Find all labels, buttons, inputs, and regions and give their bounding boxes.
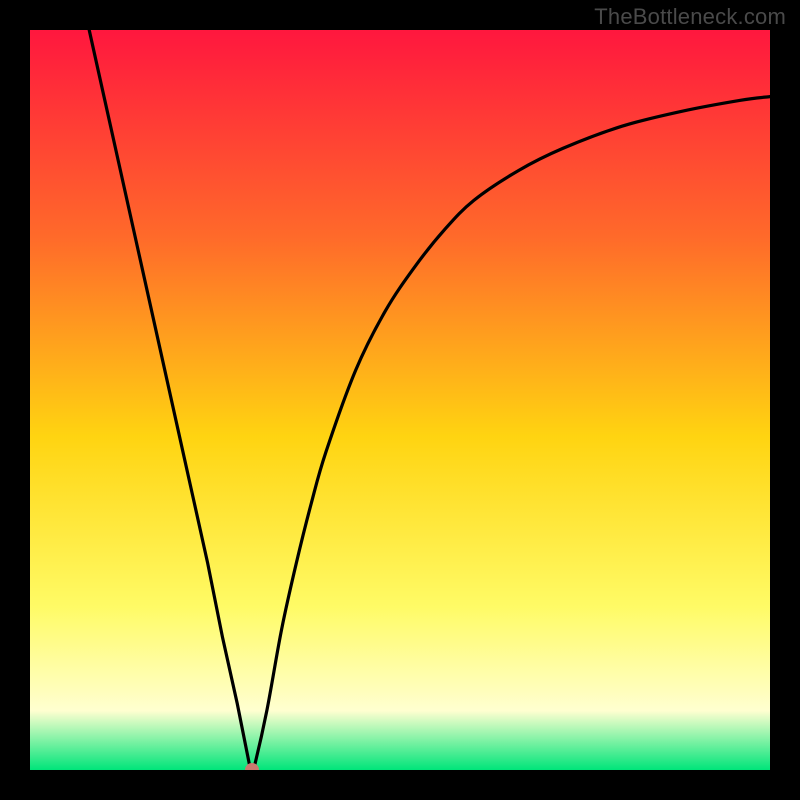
chart-stage: TheBottleneck.com (0, 0, 800, 800)
plot-background (30, 30, 770, 770)
bottleneck-chart (0, 0, 800, 800)
minimum-dot (245, 763, 259, 777)
watermark-text: TheBottleneck.com (594, 4, 786, 30)
